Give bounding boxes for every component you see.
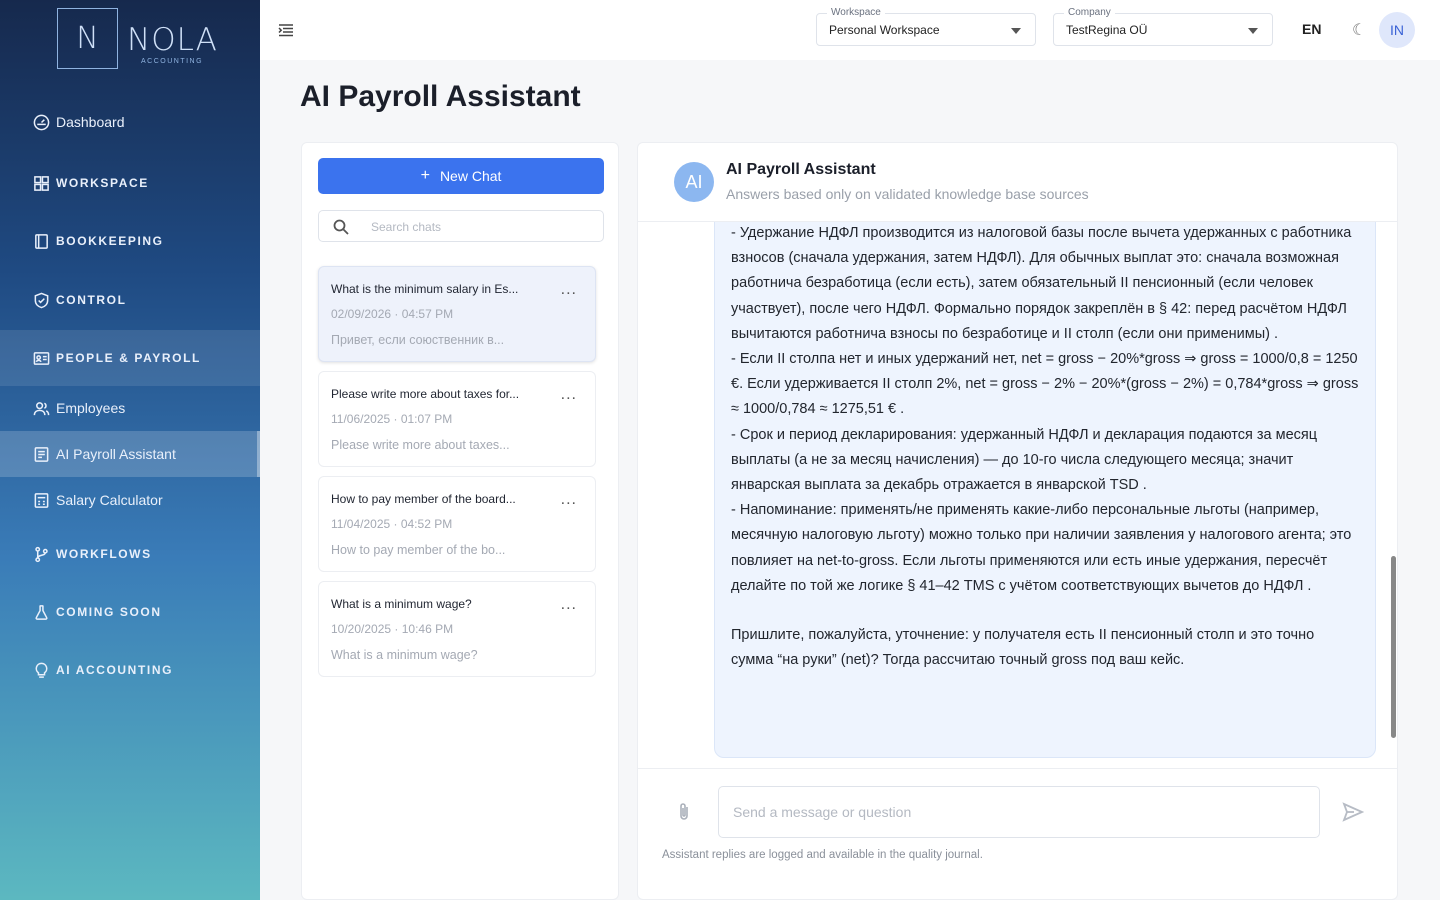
search-icon: [333, 219, 349, 235]
page-title: AI Payroll Assistant: [300, 80, 581, 113]
chat-item-date: 11/06/2025 · 01:07 PM: [331, 412, 453, 426]
sidebar-item-label: Employees: [56, 400, 126, 416]
more-options-icon[interactable]: ...: [561, 596, 577, 614]
sidebar-item-label: WORKFLOWS: [56, 547, 152, 561]
chat-subtitle: Answers based only on validated knowledg…: [726, 186, 1089, 202]
workspace-select-value: Personal Workspace: [829, 23, 940, 37]
book-icon: [33, 233, 50, 250]
sidebar-item-ai-payroll-assistant[interactable]: AI Payroll Assistant: [0, 431, 260, 477]
chat-item-preview: Привет, если союственник в...: [331, 333, 505, 347]
document-icon: [33, 446, 50, 463]
git-branch-icon: [33, 546, 50, 563]
message-input[interactable]: [718, 786, 1320, 838]
lightbulb-icon: [33, 662, 50, 679]
flask-icon: [33, 604, 50, 621]
brand-logo[interactable]: N NOLA ACCOUNTING: [57, 8, 217, 70]
chat-list-item[interactable]: How to pay member of the board... 11/04/…: [318, 476, 596, 572]
chat-conversation-panel: AI AI Payroll Assistant Answers based on…: [637, 142, 1398, 900]
chat-list-item[interactable]: What is a minimum wage? 10/20/2025 · 10:…: [318, 581, 596, 677]
sidebar-item-salary-calculator[interactable]: Salary Calculator: [0, 477, 260, 523]
chat-item-title: What is a minimum wage?: [331, 597, 472, 611]
users-icon: [33, 400, 50, 417]
user-avatar[interactable]: IN: [1379, 12, 1415, 48]
more-options-icon[interactable]: ...: [561, 281, 577, 299]
grid-icon: [33, 175, 50, 192]
sidebar-section-bookkeeping[interactable]: BOOKKEEPING: [0, 218, 260, 264]
language-switcher[interactable]: EN: [1302, 21, 1321, 37]
chat-item-preview: What is a minimum wage?: [331, 648, 478, 662]
new-chat-button[interactable]: + New Chat: [318, 158, 604, 194]
search-chats-field[interactable]: [318, 210, 604, 242]
chat-item-preview: How to pay member of the bo...: [331, 543, 506, 557]
chat-list-item[interactable]: Please write more about taxes for... 11/…: [318, 371, 596, 467]
sidebar-item-employees[interactable]: Employees: [0, 385, 260, 431]
top-bar: Workspace Personal Workspace Company Tes…: [260, 0, 1440, 60]
menu-collapse-icon[interactable]: [278, 22, 294, 38]
sidebar-item-label: Salary Calculator: [56, 492, 163, 508]
sidebar-section-workflows[interactable]: WORKFLOWS: [0, 531, 260, 577]
chevron-down-icon: [1011, 28, 1021, 34]
logo-mark: N: [57, 8, 118, 69]
messages-scrollbar[interactable]: [1391, 556, 1396, 738]
more-options-icon[interactable]: ...: [561, 386, 577, 404]
more-options-icon[interactable]: ...: [561, 491, 577, 509]
sidebar-item-label: AI ACCOUNTING: [56, 663, 174, 677]
message-paragraph: Пришлите, пожалуйста, уточнение: у получ…: [731, 627, 1315, 669]
message-paragraph: - Напоминание: применять/не применять ка…: [731, 502, 1352, 594]
paperclip-icon[interactable]: [676, 801, 692, 823]
workspace-select-label: Workspace: [827, 7, 885, 18]
quality-journal-note: Assistant replies are logged and availab…: [662, 849, 983, 861]
chat-item-preview: Please write more about taxes...: [331, 438, 510, 452]
sidebar-item-dashboard[interactable]: Dashboard: [0, 99, 260, 145]
chat-item-title: How to pay member of the board...: [331, 492, 516, 506]
logo-subtitle: ACCOUNTING: [141, 58, 204, 65]
workspace-select[interactable]: Workspace Personal Workspace: [816, 7, 1036, 46]
calculator-icon: [33, 492, 50, 509]
plus-icon: +: [420, 167, 430, 184]
chat-item-title: Please write more about taxes for...: [331, 387, 520, 401]
chat-item-date: 02/09/2026 · 04:57 PM: [331, 307, 454, 321]
sidebar-item-label: BOOKKEEPING: [56, 234, 164, 248]
send-icon[interactable]: [1342, 801, 1365, 823]
sidebar-item-label: CONTROL: [56, 293, 127, 307]
chat-header: AI AI Payroll Assistant Answers based on…: [638, 143, 1397, 222]
sidebar: N NOLA ACCOUNTING Dashboard WORKSPACE BO…: [0, 0, 260, 900]
chevron-down-icon: [1248, 28, 1258, 34]
company-select-value: TestRegina OÜ: [1066, 23, 1148, 37]
chat-item-date: 10/20/2025 · 10:46 PM: [331, 622, 454, 636]
assistant-avatar: AI: [674, 162, 714, 202]
message-paragraph: - Удержание НДФЛ производится из налогов…: [731, 225, 1352, 342]
sidebar-item-label: WORKSPACE: [56, 176, 149, 190]
logo-name: NOLA: [127, 22, 218, 58]
chat-title: AI Payroll Assistant: [726, 161, 876, 178]
message-list[interactable]: - Удержание НДФЛ производится из налогов…: [638, 222, 1397, 768]
company-select[interactable]: Company TestRegina OÜ: [1053, 7, 1273, 46]
sidebar-section-people-payroll[interactable]: PEOPLE & PAYROLL: [0, 330, 260, 386]
dark-mode-moon-icon[interactable]: ☾: [1352, 20, 1366, 40]
message-paragraph: - Срок и период декларирования: удержанн…: [731, 426, 1318, 494]
company-select-label: Company: [1064, 7, 1115, 18]
chat-item-date: 11/04/2025 · 04:52 PM: [331, 517, 453, 531]
sidebar-section-workspace[interactable]: WORKSPACE: [0, 160, 260, 206]
chat-history-panel: + New Chat What is the minimum salary in…: [301, 142, 619, 900]
sidebar-section-ai-accounting[interactable]: AI ACCOUNTING: [0, 647, 260, 693]
new-chat-label: New Chat: [439, 168, 502, 184]
id-card-icon: [33, 350, 50, 367]
sidebar-item-label: Dashboard: [56, 114, 125, 130]
search-chats-input[interactable]: [371, 217, 591, 237]
message-composer: Assistant replies are logged and availab…: [638, 768, 1397, 899]
sidebar-item-label: COMING SOON: [56, 605, 162, 619]
sidebar-section-control[interactable]: CONTROL: [0, 277, 260, 323]
assistant-message-bubble: - Удержание НДФЛ производится из налогов…: [714, 222, 1376, 758]
chat-item-title: What is the minimum salary in Es...: [331, 282, 519, 296]
shield-check-icon: [33, 292, 50, 309]
sidebar-item-label: AI Payroll Assistant: [56, 446, 176, 462]
sidebar-item-label: PEOPLE & PAYROLL: [56, 351, 201, 365]
chat-list-item[interactable]: What is the minimum salary in Es... 02/0…: [318, 266, 596, 362]
message-paragraph: - Если II столпа нет и иных удержаний не…: [731, 351, 1359, 418]
gauge-icon: [33, 114, 50, 131]
sidebar-section-coming-soon[interactable]: COMING SOON: [0, 589, 260, 635]
